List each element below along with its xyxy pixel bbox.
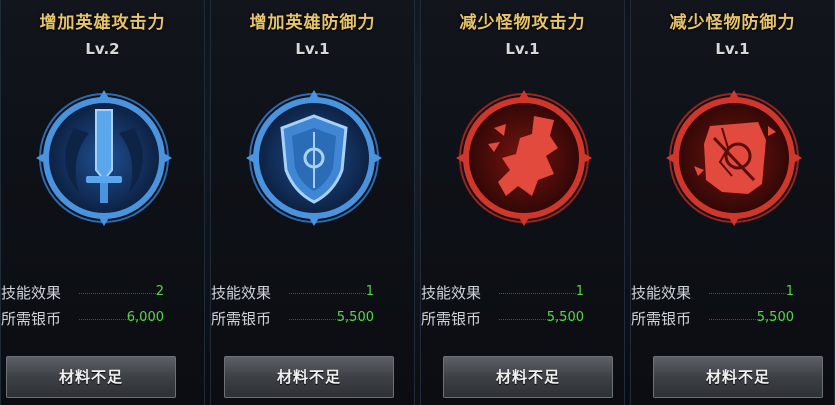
cost-label: 所需银币 xyxy=(421,310,482,328)
skill-card-monster-defense: 减少怪物防御力 Lv.1 技能效果 1 所需银币 5,500 材料不足 xyxy=(630,0,835,405)
effect-label: 技能效果 xyxy=(421,284,482,302)
skill-title: 增加英雄防御力 xyxy=(249,13,376,33)
broken-claw-icon xyxy=(456,90,592,226)
skill-upgrade-panel: 增加英雄攻击力 Lv.2 技能效果 2 所需银币 6,000 材料不足 增加英雄… xyxy=(0,0,835,405)
skill-level: Lv.1 xyxy=(505,40,540,58)
skill-level: Lv.1 xyxy=(295,40,330,58)
cost-row: 所需银币 5,500 xyxy=(421,308,624,330)
cost-value: 5,500 xyxy=(546,310,584,325)
broken-shield-icon xyxy=(666,90,802,226)
cost-value: 5,500 xyxy=(756,310,794,325)
dotted-divider xyxy=(289,293,366,294)
skill-title: 增加英雄攻击力 xyxy=(39,13,166,33)
skill-level: Lv.1 xyxy=(715,40,750,58)
effect-value: 1 xyxy=(575,284,584,299)
skill-title: 减少怪物攻击力 xyxy=(459,13,586,33)
sword-icon xyxy=(36,90,172,226)
effect-value: 1 xyxy=(365,284,374,299)
effect-value: 1 xyxy=(785,284,794,299)
cost-label: 所需银币 xyxy=(211,310,272,328)
effect-row: 技能效果 1 xyxy=(421,282,624,304)
upgrade-button[interactable]: 材料不足 xyxy=(653,356,823,398)
cost-label: 所需银币 xyxy=(631,310,692,328)
upgrade-button[interactable]: 材料不足 xyxy=(6,356,176,398)
effect-row: 技能效果 1 xyxy=(631,282,834,304)
cost-value: 5,500 xyxy=(336,310,374,325)
skill-card-hero-defense: 增加英雄防御力 Lv.1 技能效果 1 所需银币 5,500 材料不足 xyxy=(210,0,415,405)
upgrade-button[interactable]: 材料不足 xyxy=(443,356,613,398)
effect-value: 2 xyxy=(155,284,164,299)
skill-title: 减少怪物防御力 xyxy=(669,13,796,33)
effect-label: 技能效果 xyxy=(1,284,62,302)
skill-card-hero-attack: 增加英雄攻击力 Lv.2 技能效果 2 所需银币 6,000 材料不足 xyxy=(0,0,205,405)
effect-row: 技能效果 1 xyxy=(211,282,414,304)
cost-row: 所需银币 5,500 xyxy=(211,308,414,330)
skill-card-monster-attack: 减少怪物攻击力 Lv.1 技能效果 1 所需银币 5,500 材料不足 xyxy=(420,0,625,405)
dotted-divider xyxy=(79,293,156,294)
cost-label: 所需银币 xyxy=(1,310,62,328)
effect-row: 技能效果 2 xyxy=(1,282,204,304)
effect-label: 技能效果 xyxy=(631,284,692,302)
effect-label: 技能效果 xyxy=(211,284,272,302)
shield-icon xyxy=(246,90,382,226)
cost-value: 6,000 xyxy=(126,310,164,325)
cost-row: 所需银币 6,000 xyxy=(1,308,204,330)
dotted-divider xyxy=(499,293,576,294)
upgrade-button[interactable]: 材料不足 xyxy=(224,356,394,398)
dotted-divider xyxy=(709,293,786,294)
cost-row: 所需银币 5,500 xyxy=(631,308,834,330)
skill-level: Lv.2 xyxy=(85,40,120,58)
